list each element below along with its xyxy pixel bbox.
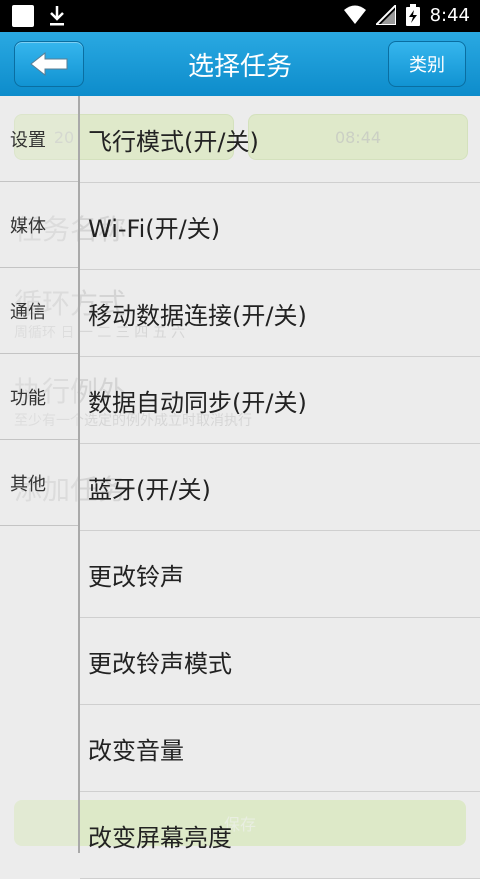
task-mobile-data[interactable]: 移动数据连接(开/关) bbox=[80, 270, 480, 357]
status-time: 8:44 bbox=[429, 4, 470, 26]
sidebar-item-communication[interactable]: 通信 bbox=[0, 268, 78, 354]
wifi-icon bbox=[343, 5, 366, 24]
task-change-ringtone-mode[interactable]: 更改铃声模式 bbox=[80, 618, 480, 705]
task-airplane-mode[interactable]: 飞行模式(开/关) bbox=[80, 96, 480, 183]
status-bar: 8:44 bbox=[0, 0, 480, 32]
category-sidebar: 设置 媒体 通信 功能 其他 bbox=[0, 96, 80, 853]
title-bar: 选择任务 类别 bbox=[0, 32, 480, 96]
battery-charging-icon bbox=[405, 4, 420, 26]
sidebar-item-media[interactable]: 媒体 bbox=[0, 182, 78, 268]
task-change-volume[interactable]: 改变音量 bbox=[80, 705, 480, 792]
task-change-brightness[interactable]: 改变屏幕亮度 bbox=[80, 792, 480, 879]
task-auto-sync[interactable]: 数据自动同步(开/关) bbox=[80, 357, 480, 444]
task-wifi[interactable]: Wi-Fi(开/关) bbox=[80, 183, 480, 270]
sidebar-item-other[interactable]: 其他 bbox=[0, 440, 78, 526]
download-icon bbox=[50, 6, 64, 26]
task-list: 飞行模式(开/关) Wi-Fi(开/关) 移动数据连接(开/关) 数据自动同步(… bbox=[80, 96, 480, 879]
sidebar-item-settings[interactable]: 设置 bbox=[0, 96, 78, 182]
signal-icon bbox=[375, 5, 396, 25]
task-change-ringtone[interactable]: 更改铃声 bbox=[80, 531, 480, 618]
sidebar-item-function[interactable]: 功能 bbox=[0, 354, 78, 440]
task-bluetooth[interactable]: 蓝牙(开/关) bbox=[80, 444, 480, 531]
category-button[interactable]: 类别 bbox=[388, 41, 466, 87]
notification-app-icon bbox=[12, 5, 34, 27]
